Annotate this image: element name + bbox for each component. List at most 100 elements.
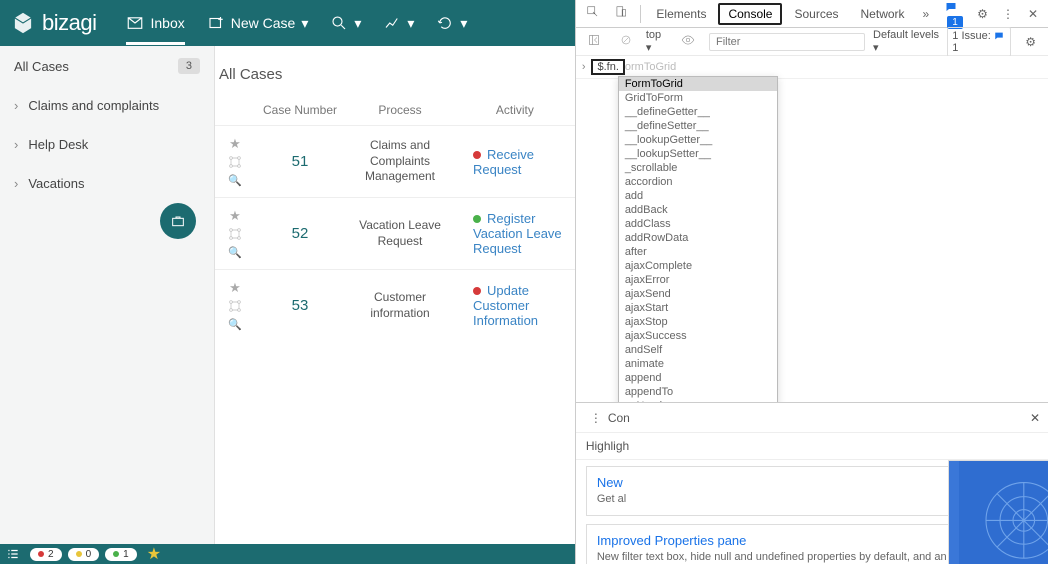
- autocomplete-item[interactable]: after: [619, 245, 777, 259]
- search-icon[interactable]: [228, 244, 242, 259]
- inbox-icon: [126, 14, 144, 32]
- autocomplete-item[interactable]: asNumber: [619, 399, 777, 402]
- star-icon[interactable]: [229, 136, 241, 152]
- search-icon[interactable]: [228, 172, 242, 187]
- autocomplete-item[interactable]: ajaxError: [619, 273, 777, 287]
- autocomplete-item[interactable]: addClass: [619, 217, 777, 231]
- column-process: Process: [345, 103, 455, 117]
- close-drawer-icon[interactable]: ✕: [1030, 411, 1040, 425]
- autocomplete-item[interactable]: addRowData: [619, 231, 777, 245]
- tab-network[interactable]: Network: [851, 3, 915, 25]
- autocomplete-item[interactable]: add: [619, 189, 777, 203]
- page-title: All Cases: [215, 66, 575, 95]
- nav-newcase[interactable]: New Case ▾: [207, 14, 309, 32]
- search-icon[interactable]: [228, 316, 242, 331]
- sidebar-item-label: Help Desk: [28, 137, 88, 152]
- console-typed[interactable]: $.fn.: [591, 59, 624, 75]
- sidebar-fab[interactable]: [160, 203, 196, 239]
- table-row[interactable]: 51 Claims and Complaints Management Rece…: [215, 125, 575, 197]
- workflow-icon: [227, 298, 243, 314]
- autocomplete-item[interactable]: ajaxStart: [619, 301, 777, 315]
- eye-icon[interactable]: [675, 29, 701, 54]
- star-icon[interactable]: [229, 208, 241, 224]
- autocomplete-item[interactable]: ajaxSuccess: [619, 329, 777, 343]
- issues-button[interactable]: 1 Issue: 1: [947, 27, 1011, 57]
- drawer-body: NewTree viewer Get alcessibility tree. I…: [576, 460, 1048, 564]
- console-ghost-hint: ormToGrid: [625, 61, 676, 73]
- case-number[interactable]: 52: [255, 225, 345, 242]
- device-icon[interactable]: [608, 1, 634, 26]
- autocomplete-item[interactable]: __lookupGetter__: [619, 133, 777, 147]
- autocomplete-item[interactable]: append: [619, 371, 777, 385]
- case-number[interactable]: 51: [255, 153, 345, 170]
- sidebar-header[interactable]: All Cases 3: [0, 46, 214, 86]
- caret-down-icon: ▾: [301, 15, 308, 32]
- autocomplete-item[interactable]: GridToForm: [619, 91, 777, 105]
- app-topbar: bizagi Inbox New Case ▾ ▾ ▾ ▾: [0, 0, 575, 46]
- status-pill[interactable]: 1: [105, 548, 137, 561]
- tab-console[interactable]: Console: [718, 3, 782, 25]
- star-icon[interactable]: [147, 544, 161, 564]
- star-icon[interactable]: [229, 280, 241, 296]
- tab-sources[interactable]: Sources: [784, 3, 848, 25]
- settings-icon[interactable]: ⚙: [971, 3, 994, 25]
- nav-inbox[interactable]: Inbox: [126, 14, 184, 45]
- autocomplete-item[interactable]: _scrollable: [619, 161, 777, 175]
- nav-inbox-label: Inbox: [150, 15, 184, 31]
- sidebar-item-helpdesk[interactable]: Help Desk: [0, 125, 214, 164]
- autocomplete-item[interactable]: addBack: [619, 203, 777, 217]
- activity-link[interactable]: Receive Request: [473, 147, 534, 177]
- more-tabs-icon[interactable]: »: [917, 3, 936, 25]
- nav-refresh[interactable]: ▾: [436, 14, 467, 32]
- nav-reports[interactable]: ▾: [383, 14, 414, 32]
- autocomplete-item[interactable]: accordion: [619, 175, 777, 189]
- drawer-subhead: Highligh: [576, 433, 1048, 460]
- autocomplete-item[interactable]: __defineSetter__: [619, 119, 777, 133]
- autocomplete-item[interactable]: ajaxComplete: [619, 259, 777, 273]
- inspect-icon[interactable]: [580, 1, 606, 26]
- activity-link[interactable]: Register Vacation Leave Request: [473, 211, 562, 256]
- newcase-icon: [207, 14, 225, 32]
- autocomplete-item[interactable]: __defineGetter__: [619, 105, 777, 119]
- sidebar-count-badge: 3: [178, 58, 200, 74]
- workflow-icon: [227, 226, 243, 242]
- caret-down-icon: ▾: [407, 15, 414, 32]
- drawer-kebab-icon[interactable]: ⋮: [584, 407, 608, 429]
- chevron-icon: [14, 98, 18, 113]
- kebab-icon[interactable]: ⋮: [996, 3, 1020, 25]
- autocomplete-item[interactable]: andSelf: [619, 343, 777, 357]
- activity-link[interactable]: Update Customer Information: [473, 283, 538, 328]
- sidebar: All Cases 3 Claims and complaints Help D…: [0, 46, 215, 544]
- case-number[interactable]: 53: [255, 297, 345, 314]
- autocomplete-item[interactable]: appendTo: [619, 385, 777, 399]
- console-settings-icon[interactable]: ⚙: [1019, 31, 1042, 53]
- drawer-tab[interactable]: Con: [608, 411, 630, 425]
- close-devtools-icon[interactable]: ✕: [1022, 3, 1044, 25]
- table-header: Case Number Process Activity: [215, 95, 575, 125]
- levels-selector[interactable]: Default levels ▾: [873, 29, 939, 54]
- table-row[interactable]: 53 Customer information Update Customer …: [215, 269, 575, 341]
- autocomplete-item[interactable]: animate: [619, 357, 777, 371]
- clear-console-icon[interactable]: [614, 30, 638, 53]
- autocomplete-item[interactable]: FormToGrid: [619, 77, 777, 91]
- console-body: › $.fn.ormToGrid FormToGridGridToForm__d…: [576, 56, 1048, 402]
- nav-search[interactable]: ▾: [330, 14, 361, 32]
- table-row[interactable]: 52 Vacation Leave Request Register Vacat…: [215, 197, 575, 269]
- list-icon[interactable]: [6, 547, 20, 561]
- autocomplete-item[interactable]: ajaxStop: [619, 315, 777, 329]
- logo-icon: [10, 10, 36, 36]
- status-pill[interactable]: 0: [68, 548, 100, 561]
- autocomplete-item[interactable]: ajaxSend: [619, 287, 777, 301]
- tab-elements[interactable]: Elements: [646, 3, 716, 25]
- autocomplete-item[interactable]: __lookupSetter__: [619, 147, 777, 161]
- console-toolbar: top ▾ Default levels ▾ 1 Issue: 1 ⚙: [576, 28, 1048, 56]
- toggle-sidebar-icon[interactable]: [582, 30, 606, 53]
- filter-input[interactable]: [709, 33, 865, 51]
- context-selector[interactable]: top ▾: [646, 29, 667, 54]
- autocomplete-popup[interactable]: FormToGridGridToForm__defineGetter____de…: [618, 76, 778, 402]
- sidebar-item-vacations[interactable]: Vacations: [0, 164, 214, 203]
- status-pill[interactable]: 2: [30, 548, 62, 561]
- column-activity: Activity: [455, 103, 575, 117]
- sidebar-item-claims[interactable]: Claims and complaints: [0, 86, 214, 125]
- chart-icon: [383, 14, 401, 32]
